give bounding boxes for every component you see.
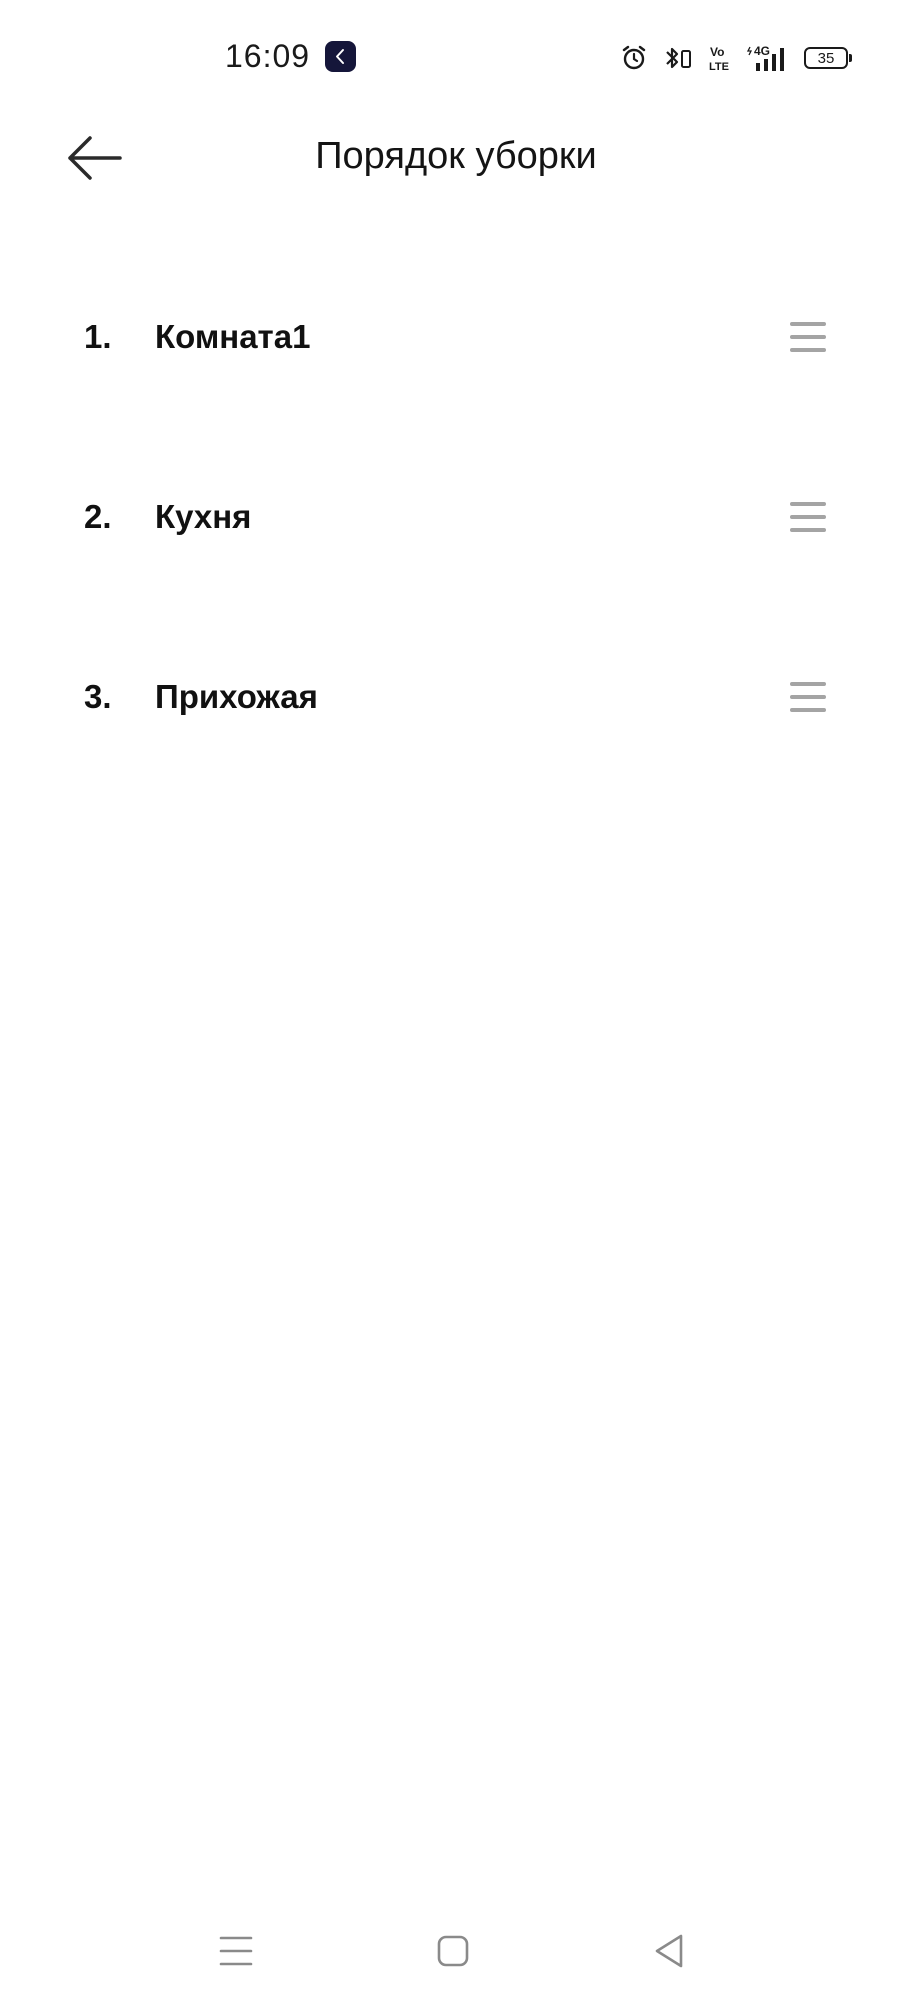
svg-text:LTE: LTE bbox=[709, 61, 729, 73]
notification-app-icon bbox=[325, 41, 356, 72]
system-nav-bar bbox=[0, 1900, 900, 2000]
alarm-icon bbox=[620, 44, 648, 72]
page-title: Порядок уборки bbox=[315, 135, 597, 177]
list-item[interactable]: 1. Комната1 bbox=[0, 265, 900, 445]
drag-handle-icon[interactable] bbox=[790, 500, 826, 534]
battery-icon: 35 bbox=[804, 47, 852, 69]
svg-text:Vo: Vo bbox=[710, 45, 724, 59]
screen: 16:09 Vo LTE 4G 35 Порядок уборки 1. Ком… bbox=[0, 0, 900, 2000]
room-order-list: 1. Комната1 2. Кухня 3. Прихожая bbox=[0, 265, 900, 805]
drag-handle-icon[interactable] bbox=[790, 680, 826, 714]
back-triangle-icon[interactable] bbox=[645, 1926, 695, 1976]
status-icons: Vo LTE 4G 35 bbox=[620, 40, 852, 76]
menu-icon[interactable] bbox=[211, 1926, 261, 1976]
header: Порядок уборки bbox=[0, 115, 900, 205]
room-name: Кухня bbox=[155, 498, 252, 535]
room-name: Прихожая bbox=[155, 678, 318, 715]
status-time: 16:09 bbox=[225, 38, 311, 74]
list-item[interactable]: 2. Кухня bbox=[0, 445, 900, 625]
list-item[interactable]: 3. Прихожая bbox=[0, 625, 900, 805]
svg-text:4G: 4G bbox=[754, 44, 770, 58]
room-number: 3. bbox=[84, 678, 112, 715]
volte-icon: Vo LTE bbox=[708, 43, 732, 73]
bluetooth-icon bbox=[662, 44, 694, 72]
signal-icon: 4G bbox=[746, 43, 790, 73]
room-number: 2. bbox=[84, 498, 112, 535]
room-name: Комната1 bbox=[155, 318, 311, 355]
room-number: 1. bbox=[84, 318, 112, 355]
drag-handle-icon[interactable] bbox=[790, 320, 826, 354]
battery-level: 35 bbox=[817, 49, 835, 67]
status-bar: 16:09 Vo LTE 4G 35 bbox=[0, 0, 900, 115]
home-icon[interactable] bbox=[428, 1926, 478, 1976]
